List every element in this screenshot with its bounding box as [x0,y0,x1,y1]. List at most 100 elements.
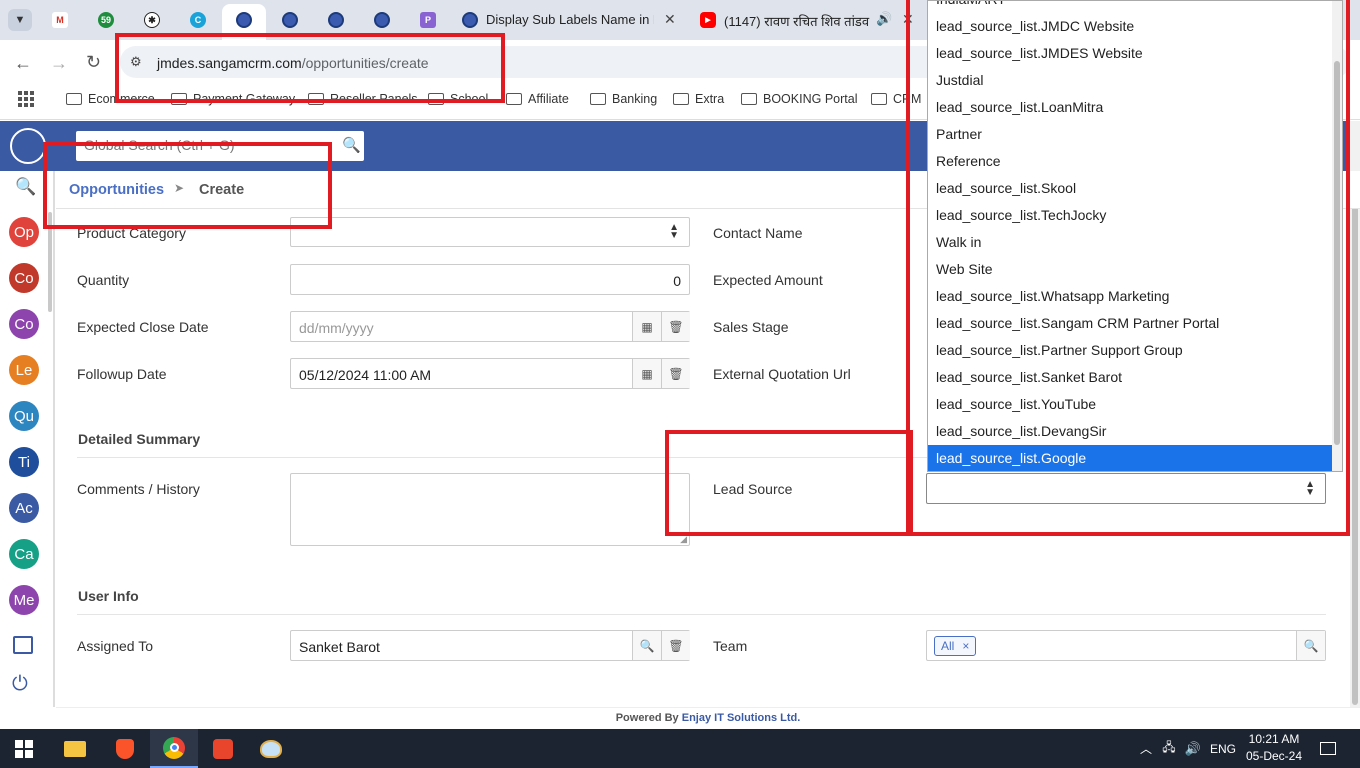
dropdown-option[interactable]: Justdial [928,67,1333,94]
notifications-icon[interactable] [1316,729,1340,768]
dropdown-option[interactable]: lead_source_list.YouTube [928,391,1333,418]
sangam-tab-icon[interactable] [374,12,390,28]
resize-handle-icon[interactable]: ◢ [680,534,687,545]
dropdown-option[interactable]: lead_source_list.LoanMitra [928,94,1333,121]
gmail-tab-icon[interactable]: M [52,12,68,28]
calendar-icon[interactable] [13,636,33,654]
openai-tab-icon[interactable]: ✱ [144,12,160,28]
lead-source-select[interactable]: ▲ ▼ [926,473,1326,504]
back-icon[interactable]: ← [14,53,32,74]
bookmark-folder[interactable]: BOOKING Portal [741,92,857,106]
dropdown-option[interactable]: lead_source_list.DevangSir [928,418,1333,445]
zoom-search-icon[interactable]: 🔍 [632,631,661,660]
bookmark-folder[interactable]: Reseller Panels [308,92,418,106]
calendar-icon[interactable]: ▦ [632,359,661,388]
brave-beta-icon[interactable] [208,729,238,768]
dropdown-scrollbar[interactable] [1332,1,1342,471]
quantity-field[interactable]: 0 [290,264,690,295]
site-info-icon[interactable]: ⚙ [130,54,142,70]
sidebar-item[interactable]: Ca [9,539,39,569]
paint-icon[interactable] [256,729,286,768]
show-hidden-icons[interactable]: ︿ [1138,729,1154,768]
sidebar-search-icon[interactable]: 🔍 [15,177,36,197]
close-tab-icon[interactable]: ✕ [902,11,914,28]
sidebar-scrollbar[interactable] [48,212,52,312]
file-explorer-icon[interactable] [60,729,90,768]
sidebar-item[interactable]: Co [9,309,39,339]
dropdown-option[interactable]: lead_source_list.JMDES Website [928,40,1333,67]
dropdown-option-selected[interactable]: lead_source_list.Google [928,445,1333,471]
followup-date-field[interactable]: 05/12/2024 11:00 AM ▦ 🗑 [290,358,690,389]
bookmark-folder[interactable]: Payment Gateway [171,92,295,106]
product-category-select[interactable]: ▲ ▼ [290,217,690,247]
dropdown-option[interactable]: IndiaMART [928,1,1333,13]
chrome-icon[interactable] [150,729,198,768]
reload-icon[interactable]: ↻ [86,52,101,73]
remove-tag-icon[interactable]: × [962,639,969,653]
canva-tab-icon[interactable]: C [190,12,206,28]
team-field[interactable]: All × 🔍 [926,630,1326,661]
sangam-tab-icon[interactable] [462,12,478,28]
tab-search-button[interactable]: ▼ [8,9,32,31]
dropdown-option[interactable]: lead_source_list.Skool [928,175,1333,202]
language-indicator[interactable]: ENG [1208,729,1238,768]
tab-title[interactable]: (1147) रावण रचित शिव तांडव [724,12,870,30]
dropdown-option[interactable]: lead_source_list.Sanket Barot [928,364,1333,391]
footer-company-link[interactable]: Enjay IT Solutions Ltd. [682,712,801,724]
sidebar-item[interactable]: Le [9,355,39,385]
windows-start-icon[interactable] [12,729,36,768]
sidebar-item[interactable]: Me [9,585,39,615]
lead-source-dropdown-list[interactable]: IndiaMARTlead_source_list.JMDC Websitele… [927,0,1343,472]
page-scrollbar-thumb[interactable] [1352,205,1358,705]
dropdown-option[interactable]: Reference [928,148,1333,175]
assigned-to-field[interactable]: Sanket Barot 🔍 🗑 [290,630,690,661]
dropdown-option[interactable]: lead_source_list.Sangam CRM Partner Port… [928,310,1333,337]
audio-icon[interactable]: 🔊 [876,11,892,27]
calendar-icon[interactable]: ▦ [632,312,661,341]
sidebar-item[interactable]: Co [9,263,39,293]
bookmark-folder[interactable]: Ecommerce [66,92,155,106]
url-text[interactable]: jmdes.sangamcrm.com/opportunities/create [157,55,429,71]
youtube-tab-icon[interactable]: ▶ [700,12,716,28]
trash-icon[interactable]: 🗑 [661,631,690,660]
search-icon[interactable]: 🔍 [342,136,361,154]
brave-icon[interactable] [110,729,140,768]
sangam-tab-icon[interactable] [236,12,252,28]
tab-title[interactable]: Display Sub Labels Name in Dro [486,12,654,27]
apps-grid-icon[interactable] [18,91,34,107]
dropdown-option[interactable]: Partner [928,121,1333,148]
global-search-input[interactable] [84,137,334,153]
dropdown-scrollbar-thumb[interactable] [1334,61,1340,445]
badge-tab-icon[interactable]: 59 [98,12,114,28]
volume-icon[interactable]: 🔊 [1184,729,1202,768]
dropdown-option[interactable]: lead_source_list.Partner Support Group [928,337,1333,364]
picsart-tab-icon[interactable]: P [420,12,436,28]
sangam-tab-icon[interactable] [282,12,298,28]
bookmark-folder[interactable]: School [428,92,488,106]
sidebar-item[interactable]: Ti [9,447,39,477]
close-tab-icon[interactable]: ✕ [664,11,676,28]
bookmark-folder[interactable]: Extra [673,92,724,106]
bookmark-folder[interactable]: Affiliate [506,92,569,106]
expected-close-date-field[interactable]: dd/mm/yyyy ▦ 🗑 [290,311,690,342]
sidebar-item[interactable]: Qu [9,401,39,431]
clock[interactable]: 10:21 AM 05-Dec-24 [1244,731,1304,765]
network-icon[interactable]: 🖧 [1160,729,1178,768]
sidebar-item[interactable]: Op [9,217,39,247]
app-logo[interactable] [0,121,55,171]
bookmark-folder[interactable]: Banking [590,92,657,106]
dropdown-option[interactable]: lead_source_list.JMDC Website [928,13,1333,40]
comments-history-textarea[interactable]: ◢ [290,473,690,546]
bookmark-folder[interactable]: CRM [871,92,921,106]
breadcrumb-module-link[interactable]: Opportunities [69,182,164,198]
dropdown-option[interactable]: Web Site [928,256,1333,283]
dropdown-option[interactable]: lead_source_list.TechJocky [928,202,1333,229]
power-icon[interactable]: ⏻ [12,673,28,696]
trash-icon[interactable]: 🗑 [661,312,690,341]
zoom-search-icon[interactable]: 🔍 [1296,631,1325,660]
sidebar-item[interactable]: Ac [9,493,39,523]
forward-icon[interactable]: → [50,53,68,74]
trash-icon[interactable]: 🗑 [661,359,690,388]
global-search[interactable]: 🔍 [76,131,364,161]
dropdown-option[interactable]: Walk in [928,229,1333,256]
